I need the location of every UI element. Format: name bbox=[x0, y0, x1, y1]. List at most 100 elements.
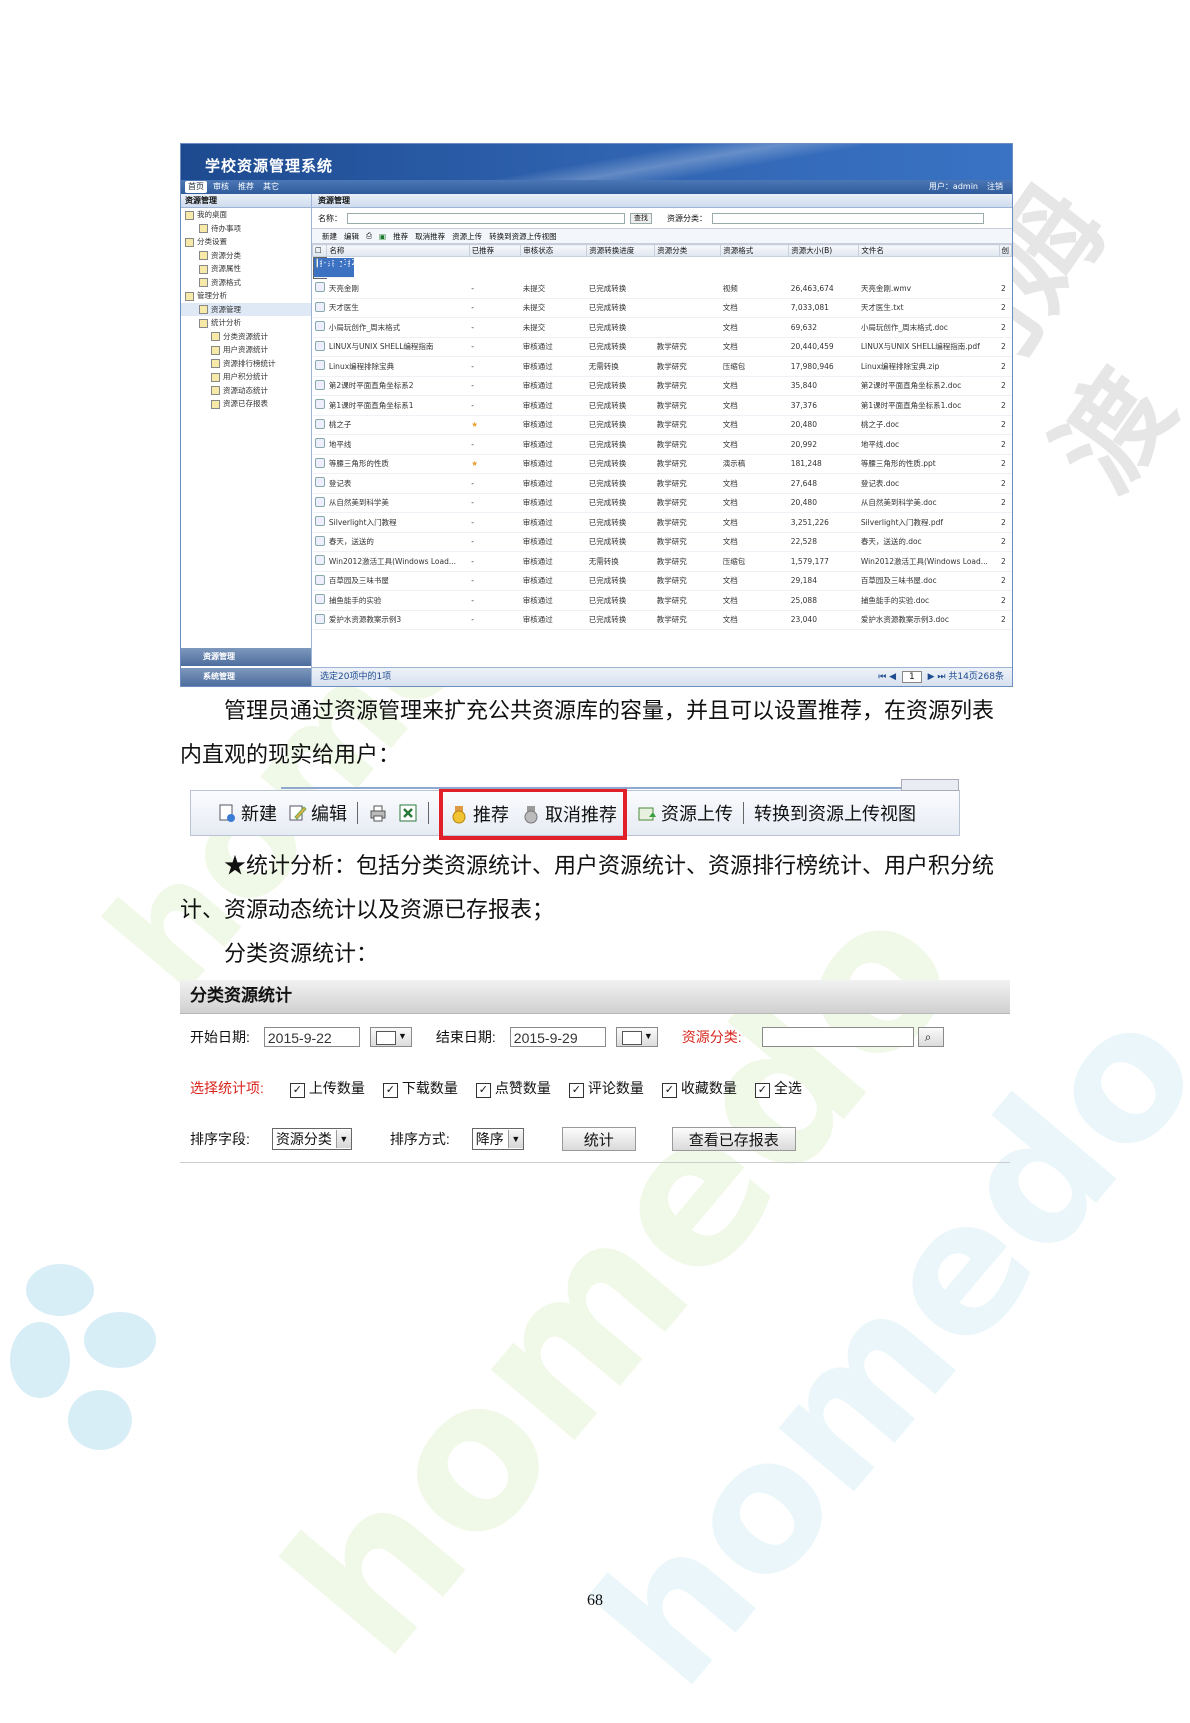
checkbox-upload[interactable]: ✓ 上传数量 bbox=[289, 1078, 365, 1098]
switch-view-button[interactable]: 转换到资源上传视图 bbox=[489, 231, 557, 242]
start-calendar-icon[interactable]: ▼ bbox=[369, 1027, 412, 1047]
recommend-button-large[interactable]: 推荐 bbox=[449, 801, 509, 827]
cancel-recommend-button[interactable]: 取消推荐 bbox=[415, 231, 445, 242]
checkbox-comment[interactable]: ✓ 评论数量 bbox=[568, 1078, 644, 1098]
table-row[interactable]: 投标方案2015-未提交已完成转换文档3,227,136投标方案2015.doc… bbox=[312, 257, 354, 279]
edit-button-large[interactable]: 编辑 bbox=[287, 800, 347, 826]
column-header[interactable]: 审核状态 bbox=[520, 244, 588, 257]
start-date-input[interactable]: 2015-9-22 bbox=[263, 1027, 360, 1047]
table-cell: 20,992 bbox=[788, 434, 859, 455]
excel-icon[interactable]: ▣ bbox=[379, 232, 386, 241]
tree-item[interactable]: 统计分析 bbox=[181, 316, 311, 330]
tree-item[interactable]: 资源格式 bbox=[181, 276, 311, 290]
tree-item[interactable]: 待办事项 bbox=[181, 222, 311, 236]
tree-item-selected[interactable]: 资源管理 bbox=[181, 302, 311, 316]
next-page-icon[interactable]: ▶ bbox=[928, 672, 935, 682]
tree-item[interactable]: 管理分析 bbox=[181, 289, 311, 303]
table-row[interactable]: 捕鱼能手的实验 - 审核通过 已完成转换 教学研究 文档 25,088 捕鱼能手的实验.doc… bbox=[312, 590, 1012, 611]
upload-button-large[interactable]: 资源上传 bbox=[637, 800, 733, 826]
cancel-recommend-button-large[interactable]: 取消推荐 bbox=[521, 801, 617, 827]
table-row[interactable]: LINUX与UNIX SHELL编程指南 - 审核通过 已完成转换 教学研究 文档 20,4… bbox=[312, 337, 1012, 357]
tree-item[interactable]: 分类资源统计 bbox=[181, 330, 311, 344]
table-row[interactable]: 百草园及三味书屋 - 审核通过 已完成转换 教学研究 文档 29,184 百草园及三味书屋.d… bbox=[312, 571, 1012, 591]
tree-item[interactable]: 资源排行榜统计 bbox=[181, 357, 311, 371]
first-page-icon[interactable]: ⏮ bbox=[878, 672, 886, 682]
new-button[interactable]: 新建 bbox=[322, 231, 337, 242]
tree-item[interactable]: 用户积分统计 bbox=[181, 370, 311, 384]
table-row[interactable]: 第1课时平面直角坐标系1- 审核通过 已完成转换 教学研究 文档 37,376 第1课时平面… bbox=[312, 395, 1012, 416]
sort-order-select[interactable]: 降序 ▼ bbox=[471, 1128, 524, 1150]
tree-item[interactable]: 资源属性 bbox=[181, 262, 311, 276]
checkbox-favorite[interactable]: ✓ 收藏数量 bbox=[661, 1078, 737, 1098]
excel-icon-large[interactable] bbox=[398, 803, 418, 823]
prev-page-icon[interactable]: ◀ bbox=[889, 672, 896, 682]
nav-tab-review[interactable]: 审核 bbox=[213, 180, 229, 194]
table-row[interactable]: 等腰三角形的性质 ★ 审核通过 已完成转换 教学研究 演示稿 181,248 等腰三角形的性质… bbox=[312, 454, 1012, 474]
table-cell: 2 bbox=[999, 376, 1012, 396]
search-button[interactable]: 查找 bbox=[630, 212, 652, 224]
nav-tab-recommend[interactable]: 推荐 bbox=[238, 180, 254, 194]
column-header[interactable]: 文件名 bbox=[858, 244, 1000, 257]
print-icon[interactable]: ⎙ bbox=[366, 231, 372, 241]
page-input[interactable]: 1 bbox=[901, 671, 922, 683]
table-row[interactable]: 登记表 - 审核通过 已完成转换 教学研究 文档 27,648 登记表.doc 2 bbox=[312, 473, 1012, 494]
table-cell: 181,248 bbox=[788, 454, 859, 474]
category-input[interactable] bbox=[761, 1027, 914, 1047]
search-name-input[interactable] bbox=[347, 212, 625, 224]
upload-button[interactable]: 资源上传 bbox=[452, 231, 482, 242]
column-header[interactable]: 资源大小(B) bbox=[788, 244, 860, 257]
table-row[interactable]: 小局玩创作_周末格式 - 未提交 已完成转换 文档 69,632 小局玩创作_周末格式.do… bbox=[312, 317, 1012, 338]
checkbox-like[interactable]: ✓ 点赞数量 bbox=[475, 1078, 551, 1098]
column-header[interactable]: 名称 bbox=[326, 244, 470, 257]
search-category-input[interactable] bbox=[712, 212, 984, 224]
table-row[interactable]: Silverlight入门教程 - 审核通过 已完成转换 教学研究 文档 3,251,226… bbox=[312, 512, 1012, 533]
tree-item[interactable]: 资源已存报表 bbox=[181, 397, 311, 411]
column-header[interactable]: 资源格式 bbox=[720, 244, 790, 257]
tree-item[interactable]: 资源动态统计 bbox=[181, 384, 311, 398]
table-cell: - bbox=[469, 512, 521, 533]
checkbox-download[interactable]: ✓ 下载数量 bbox=[382, 1078, 458, 1098]
table-row[interactable]: Win2012激活工具(Windows Load... - 审核通过 无需转换 教学研究… bbox=[312, 551, 1012, 572]
sort-field-select[interactable]: 资源分类 ▼ bbox=[271, 1128, 352, 1150]
switch-view-button-large[interactable]: 转换到资源上传视图 bbox=[754, 800, 916, 826]
column-header[interactable]: 资源转换进度 bbox=[586, 244, 656, 257]
tree-item[interactable]: 资源分类 bbox=[181, 249, 311, 263]
left-footer-resource[interactable]: 资源管理 bbox=[181, 648, 311, 666]
tree-item[interactable]: 我的桌面 bbox=[181, 208, 311, 222]
recommend-button[interactable]: 推荐 bbox=[393, 231, 408, 242]
column-header[interactable]: 创 bbox=[998, 244, 1012, 257]
left-footer-system[interactable]: 系统管理 bbox=[181, 668, 311, 686]
stat-button[interactable]: 统计 bbox=[561, 1127, 636, 1151]
table-row[interactable]: 从自然美到科学美 - 审核通过 已完成转换 教学研究 文档 20,480 从自然美到科学美.d… bbox=[312, 493, 1012, 513]
table-row[interactable]: Linux编程排除宝典 - 审核通过 无需转换 教学研究 压缩包 17,980,946 Lin… bbox=[312, 356, 1012, 377]
print-icon-large[interactable] bbox=[368, 803, 388, 823]
nav-tab-home[interactable]: 首页 bbox=[185, 181, 207, 193]
row-doc-icon bbox=[312, 473, 327, 494]
tree-item[interactable]: 用户资源统计 bbox=[181, 343, 311, 357]
select-all-checkbox[interactable]: ☐ bbox=[311, 244, 328, 257]
checkbox-select-all[interactable]: ✓ 全选 bbox=[754, 1078, 802, 1098]
logout-link[interactable]: 注销 bbox=[987, 180, 1003, 194]
table-row[interactable]: 第2课时平面直角坐标系2- 审核通过 已完成转换 教学研究 文档 35,840 第2课时平面… bbox=[312, 376, 1012, 396]
edit-button[interactable]: 编辑 bbox=[344, 231, 359, 242]
category-search-icon[interactable]: ⌕ bbox=[917, 1027, 944, 1047]
table-row[interactable]: 天亮金刚 - 未提交 已完成转换 视频 26,463,674 天亮金刚.wmv 2 bbox=[312, 279, 1012, 299]
recommend-highlight-box: 推荐 取消推荐 bbox=[439, 788, 627, 840]
tree-item[interactable]: 分类设置 bbox=[181, 235, 311, 249]
table-row[interactable]: 春天，送送的 - 审核通过 已完成转换 教学研究 文档 22,528 春天，送送的.doc 2 bbox=[312, 532, 1012, 552]
table-row[interactable]: 爱护水资源教案示例3- 审核通过 已完成转换 教学研究 文档 23,040 爱护水资源教案示… bbox=[312, 610, 1012, 630]
column-header[interactable]: 已推荐 bbox=[468, 244, 522, 257]
row-doc-icon bbox=[312, 571, 327, 591]
new-button-large[interactable]: 新建 bbox=[217, 800, 277, 826]
table-row[interactable]: 桃之子 ★ 审核通过 已完成转换 教学研究 文档 20,480 桃之子.doc 2 bbox=[312, 415, 1012, 435]
end-date-input[interactable]: 2015-9-29 bbox=[509, 1027, 606, 1047]
resource-management-screenshot: 学校资源管理系统 首页 审核 推荐 其它 用户：admin 注销 资源管理 我的… bbox=[180, 143, 1013, 687]
table-row[interactable]: 地平线 - 审核通过 已完成转换 教学研究 文档 20,992 地平线.doc 2 bbox=[312, 434, 1012, 455]
table-cell: 29,184 bbox=[788, 571, 859, 591]
table-row[interactable]: 天才医生 - 未提交 已完成转换 文档 7,033,081 天才医生.txt 2 bbox=[312, 298, 1012, 318]
view-saved-report-button[interactable]: 查看已存报表 bbox=[671, 1127, 796, 1151]
end-calendar-icon[interactable]: ▼ bbox=[615, 1027, 658, 1047]
last-page-icon[interactable]: ⏭ bbox=[937, 672, 945, 682]
nav-tab-other[interactable]: 其它 bbox=[263, 180, 279, 194]
column-header[interactable]: 资源分类 bbox=[654, 244, 722, 257]
